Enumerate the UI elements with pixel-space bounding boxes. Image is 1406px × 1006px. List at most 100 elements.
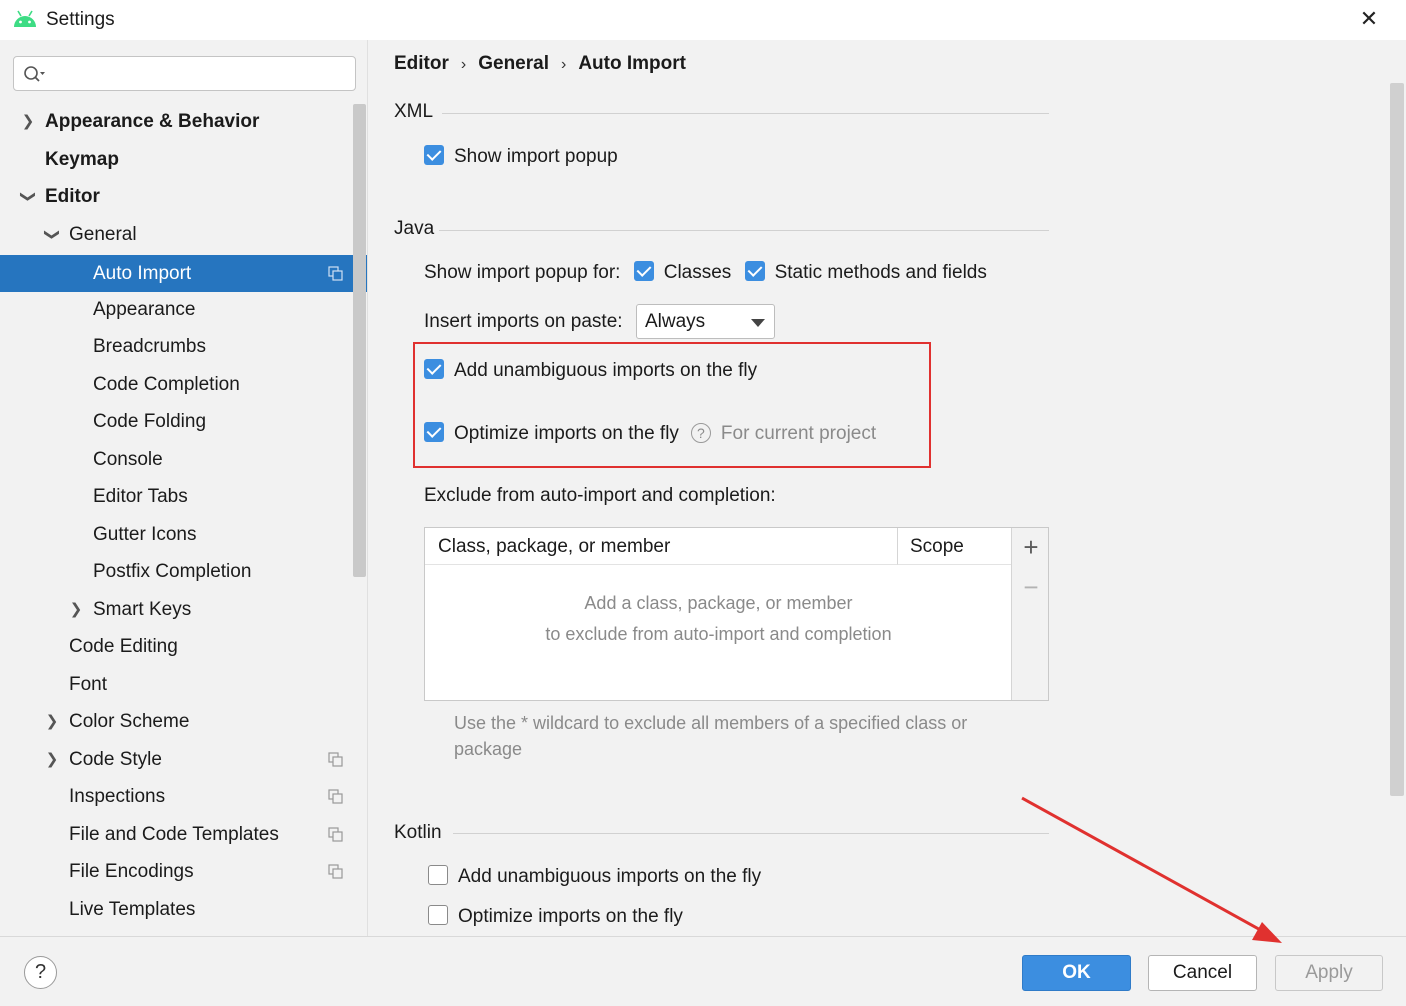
sidebar-item-label: Editor	[45, 186, 100, 207]
android-icon	[14, 10, 36, 27]
add-icon[interactable]: +	[1019, 532, 1043, 562]
empty-table-text-line2: to exclude from auto-import and completi…	[545, 624, 892, 644]
sidebar-item-live-templates[interactable]: Live Templates	[0, 891, 367, 928]
exclude-table[interactable]: Class, package, or member Scope Add a cl…	[424, 527, 1049, 701]
checkbox-label: Add unambiguous imports on the fly	[454, 360, 758, 381]
java-show-popup-for: Show import popup for: Classes Static me…	[424, 261, 987, 285]
apply-button[interactable]: Apply	[1275, 955, 1383, 991]
breadcrumb-item[interactable]: General	[478, 53, 549, 74]
sidebar-item-label: Code Editing	[69, 636, 178, 657]
breadcrumb: Editor › General › Auto Import	[394, 53, 686, 75]
static-methods-checkbox[interactable]	[744, 261, 765, 281]
checkbox-checked[interactable]	[424, 359, 444, 379]
sidebar-item-inspections[interactable]: Inspections	[0, 778, 367, 815]
sidebar-item-label: Auto Import	[93, 263, 192, 284]
search-icon	[24, 66, 45, 82]
sidebar-item-label: Code Style	[69, 749, 162, 770]
sidebar-item-auto-import[interactable]: Auto Import	[0, 255, 367, 292]
sidebar-item-file-encodings[interactable]: File Encodings	[0, 853, 367, 890]
help-button[interactable]: ?	[24, 956, 57, 989]
sidebar-item-label: Console	[93, 449, 163, 470]
checkbox-unchecked[interactable]	[428, 865, 448, 885]
sidebar-item-label: File Encodings	[69, 861, 194, 882]
empty-table-text-line1: Add a class, package, or member	[584, 593, 853, 613]
sidebar-item-color-scheme[interactable]: ❯ Color Scheme	[0, 703, 367, 740]
close-button[interactable]: ✕	[1354, 4, 1384, 34]
sidebar-item-label: Gutter Icons	[93, 524, 197, 545]
search-box[interactable]	[13, 56, 356, 91]
sidebar-item-label: Postfix Completion	[93, 561, 252, 582]
sidebar-scrollbar[interactable]	[353, 104, 366, 577]
sidebar-item-editor[interactable]: ❯ Editor	[0, 178, 367, 215]
sidebar-item-code-editing[interactable]: Code Editing	[0, 628, 367, 665]
section-divider	[442, 113, 1049, 114]
checkbox-checked[interactable]	[424, 145, 444, 165]
sidebar-item-code-completion[interactable]: Code Completion	[0, 366, 367, 403]
checkbox-checked[interactable]	[424, 422, 444, 442]
sidebar-item-label: Color Scheme	[69, 711, 190, 732]
chevron-right-icon: ❯	[69, 601, 83, 618]
breadcrumb-item[interactable]: Editor	[394, 53, 449, 74]
sidebar-item-appearance-behavior[interactable]: ❯ Appearance & Behavior	[0, 103, 367, 140]
sidebar-item-keymap[interactable]: Keymap	[0, 141, 367, 178]
chevron-down-icon: ❯	[43, 228, 61, 241]
sidebar-item-console[interactable]: Console	[0, 441, 367, 478]
classes-label: Classes	[663, 262, 732, 283]
sidebar-item-breadcrumbs[interactable]: Breadcrumbs	[0, 328, 367, 365]
wildcard-note: Use the * wildcard to exclude all member…	[454, 713, 968, 759]
insert-imports-on-paste-label: Insert imports on paste:	[424, 311, 623, 332]
show-popup-for-label: Show import popup for:	[424, 262, 621, 283]
chevron-down-icon: ❯	[19, 190, 37, 203]
sidebar-item-label: Code Folding	[93, 411, 207, 432]
settings-sidebar: ❯ Appearance & Behavior Keymap ❯ Editor …	[0, 40, 368, 936]
search-input[interactable]	[54, 62, 344, 86]
cancel-button[interactable]: Cancel	[1148, 955, 1257, 991]
copy-icon	[328, 789, 343, 804]
xml-show-import-popup[interactable]: Show import popup	[424, 145, 618, 169]
chevron-right-icon: ❯	[21, 113, 35, 130]
sidebar-item-code-style[interactable]: ❯ Code Style	[0, 741, 367, 778]
dialog-button-bar: ? OK Cancel Apply	[0, 936, 1406, 1006]
sidebar-item-editor-tabs[interactable]: Editor Tabs	[0, 478, 367, 515]
sidebar-item-label: Live Templates	[69, 899, 196, 920]
sidebar-item-file-and-code-templates[interactable]: File and Code Templates	[0, 816, 367, 853]
checkbox-label: Optimize imports on the fly	[458, 906, 683, 927]
hint-text: For current project	[720, 423, 877, 444]
kotlin-add-unambiguous-imports[interactable]: Add unambiguous imports on the fly	[428, 865, 761, 889]
sidebar-item-font[interactable]: Font	[0, 666, 367, 703]
chevron-right-icon: ❯	[45, 713, 59, 730]
sidebar-item-label: Inspections	[69, 786, 166, 807]
table-toolbar: + −	[1011, 528, 1048, 700]
sidebar-item-label: Smart Keys	[93, 599, 192, 620]
sidebar-item-label: Appearance & Behavior	[45, 111, 260, 132]
sidebar-item-label: Keymap	[45, 149, 119, 170]
content-scrollbar[interactable]	[1390, 83, 1404, 796]
column-header-class[interactable]: Class, package, or member	[425, 528, 898, 565]
exclude-label: Exclude from auto-import and completion:	[424, 485, 776, 506]
section-title-xml: XML	[394, 101, 434, 122]
sidebar-item-gutter-icons[interactable]: Gutter Icons	[0, 516, 367, 553]
classes-checkbox[interactable]	[633, 261, 654, 281]
insert-imports-on-paste-select[interactable]: Always	[636, 304, 775, 339]
copy-icon	[328, 266, 343, 281]
checkbox-label: Add unambiguous imports on the fly	[458, 866, 762, 887]
section-title-java: Java	[394, 218, 435, 239]
column-header-scope[interactable]: Scope	[898, 528, 1012, 565]
section-title-kotlin: Kotlin	[394, 822, 442, 843]
settings-content: Editor › General › Auto Import XML Show impo…	[369, 40, 1406, 936]
sidebar-item-label: Code Completion	[93, 374, 240, 395]
sidebar-item-smart-keys[interactable]: ❯ Smart Keys	[0, 591, 367, 628]
sidebar-item-postfix-completion[interactable]: Postfix Completion	[0, 553, 367, 590]
ok-button[interactable]: OK	[1022, 955, 1131, 991]
sidebar-item-code-folding[interactable]: Code Folding	[0, 403, 367, 440]
help-icon[interactable]: ?	[690, 423, 711, 443]
java-add-unambiguous-imports[interactable]: Add unambiguous imports on the fly	[424, 359, 757, 383]
java-optimize-imports[interactable]: Optimize imports on the fly? For current …	[424, 422, 876, 446]
sidebar-item-appearance[interactable]: Appearance	[0, 291, 367, 328]
title-bar: Settings ✕	[0, 0, 1406, 40]
copy-icon	[328, 864, 343, 879]
sidebar-item-general[interactable]: ❯ General	[0, 216, 367, 253]
copy-icon	[328, 752, 343, 767]
kotlin-optimize-imports[interactable]: Optimize imports on the fly	[428, 905, 683, 929]
checkbox-unchecked[interactable]	[428, 905, 448, 925]
